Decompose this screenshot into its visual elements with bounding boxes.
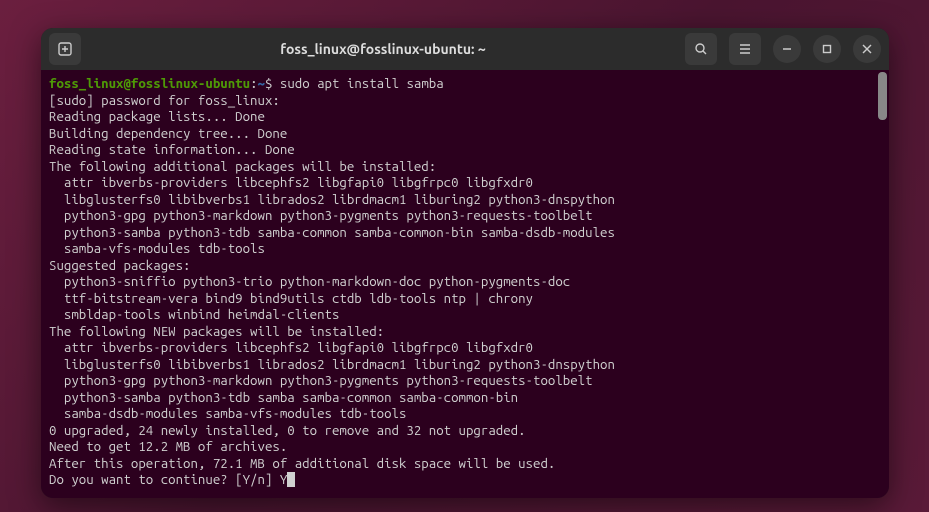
- output-line: After this operation, 72.1 MB of additio…: [49, 456, 555, 471]
- window-title: foss_linux@fosslinux-ubuntu: ~: [89, 41, 677, 57]
- maximize-button[interactable]: [813, 35, 841, 63]
- menu-button[interactable]: [729, 33, 761, 65]
- new-tab-button[interactable]: [49, 33, 81, 65]
- prompt-sep-dollar: $: [265, 76, 280, 91]
- terminal-output[interactable]: foss_linux@fosslinux-ubuntu:~$ sudo apt …: [41, 70, 889, 498]
- output-line: attr ibverbs-providers libcephfs2 libgfa…: [49, 175, 533, 190]
- close-button[interactable]: [853, 35, 881, 63]
- output-line: The following additional packages will b…: [49, 159, 436, 174]
- search-button[interactable]: [685, 33, 717, 65]
- output-line: python3-sniffio python3-trio python-mark…: [49, 274, 570, 289]
- output-line: Suggested packages:: [49, 258, 190, 273]
- output-line: 0 upgraded, 24 newly installed, 0 to rem…: [49, 423, 526, 438]
- output-line: libglusterfs0 libibverbs1 librados2 libr…: [49, 357, 615, 372]
- output-line: attr ibverbs-providers libcephfs2 libgfa…: [49, 340, 533, 355]
- output-line: python3-gpg python3-markdown python3-pyg…: [49, 208, 593, 223]
- titlebar: foss_linux@fosslinux-ubuntu: ~: [41, 28, 889, 70]
- prompt-sep-colon: :: [250, 76, 257, 91]
- output-line: Building dependency tree... Done: [49, 126, 287, 141]
- output-line: ttf-bitstream-vera bind9 bind9utils ctdb…: [49, 291, 533, 306]
- terminal-window: foss_linux@fosslinux-ubuntu: ~ foss_linu…: [41, 28, 889, 498]
- output-line: [sudo] password for foss_linux:: [49, 93, 280, 108]
- entered-command: sudo apt install samba: [280, 76, 444, 91]
- output-line: python3-samba python3-tdb samba-common s…: [49, 225, 615, 240]
- scrollbar-thumb[interactable]: [878, 72, 887, 120]
- output-line: samba-dsdb-modules samba-vfs-modules tdb…: [49, 406, 406, 421]
- output-line: Do you want to continue? [Y/n] Y: [49, 472, 287, 487]
- output-line: Reading state information... Done: [49, 142, 295, 157]
- output-line: The following NEW packages will be insta…: [49, 324, 384, 339]
- output-line: Need to get 12.2 MB of archives.: [49, 439, 287, 454]
- prompt-path: ~: [258, 76, 265, 91]
- output-line: smbldap-tools winbind heimdal-clients: [49, 307, 339, 322]
- output-line: python3-gpg python3-markdown python3-pyg…: [49, 373, 593, 388]
- output-line: python3-samba python3-tdb samba samba-co…: [49, 390, 518, 405]
- prompt-user-host: foss_linux@fosslinux-ubuntu: [49, 76, 250, 91]
- output-line: libglusterfs0 libibverbs1 librados2 libr…: [49, 192, 615, 207]
- minimize-button[interactable]: [773, 35, 801, 63]
- text-cursor: [287, 472, 295, 487]
- output-line: samba-vfs-modules tdb-tools: [49, 241, 265, 256]
- output-line: Reading package lists... Done: [49, 109, 265, 124]
